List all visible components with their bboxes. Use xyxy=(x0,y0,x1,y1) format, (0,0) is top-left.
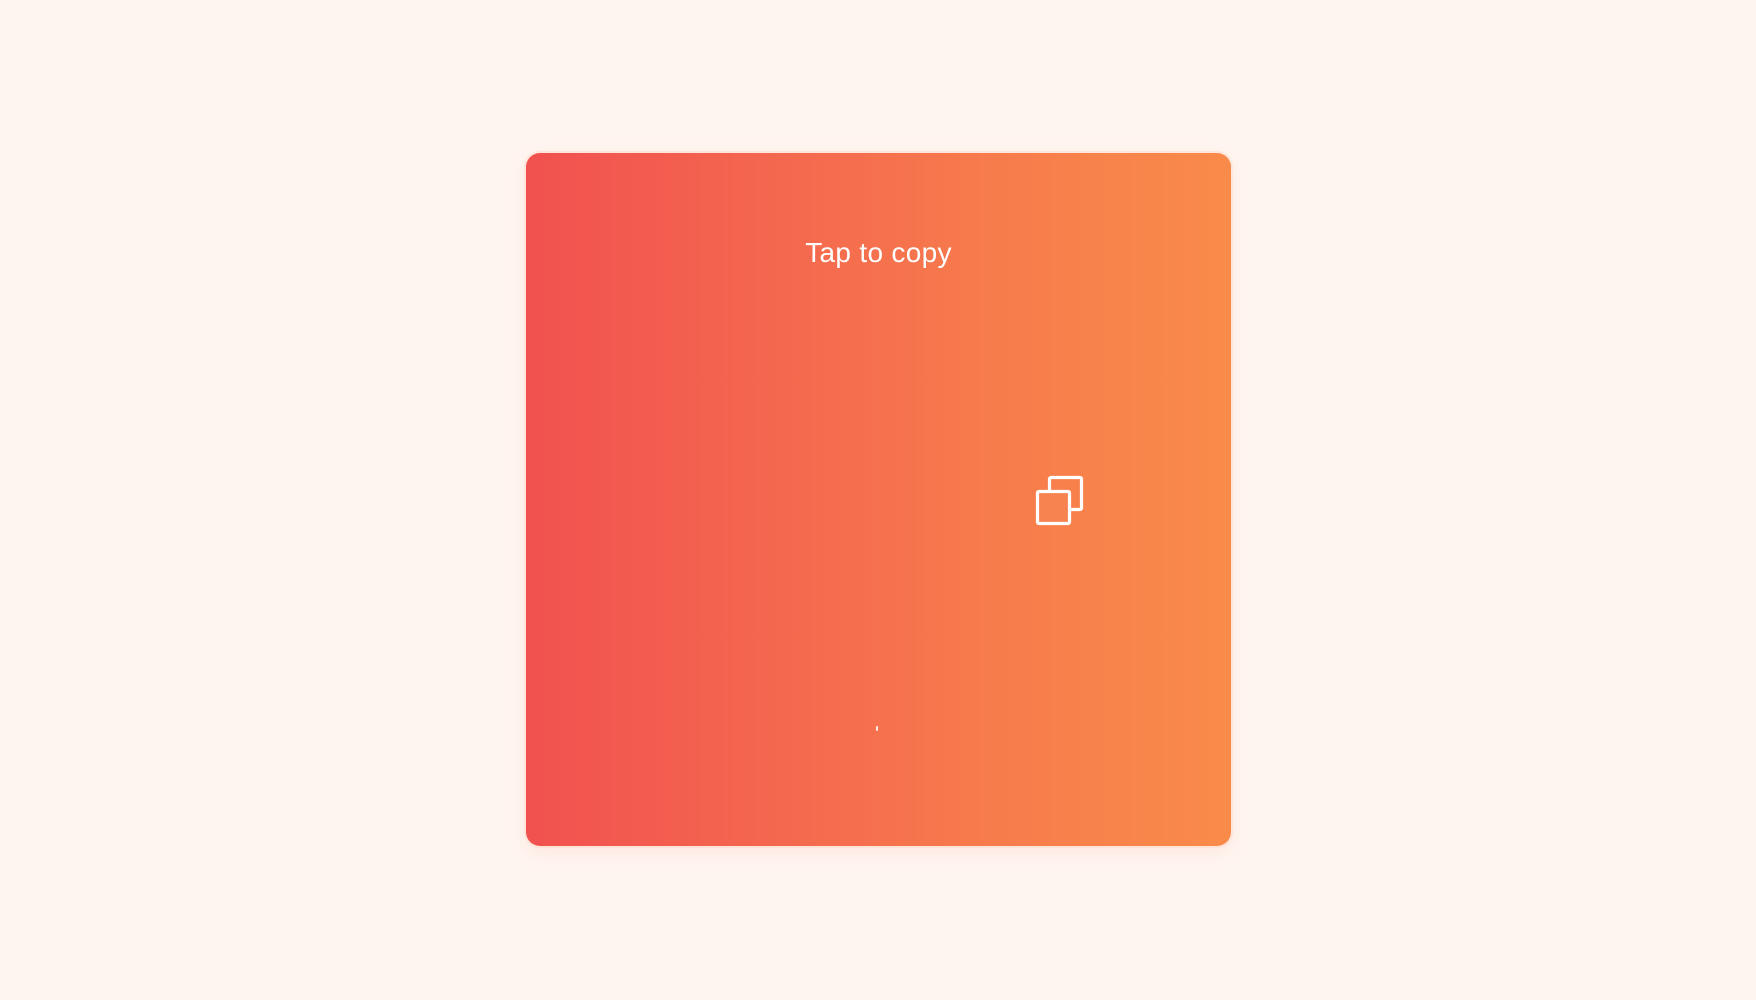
page: Tap to copy xyxy=(0,0,1756,1000)
copy-icon xyxy=(1035,474,1091,530)
copy-card[interactable]: Tap to copy xyxy=(526,153,1231,846)
copy-button[interactable] xyxy=(1035,474,1091,530)
decorative-mark xyxy=(876,726,878,731)
card-title: Tap to copy xyxy=(805,237,952,268)
